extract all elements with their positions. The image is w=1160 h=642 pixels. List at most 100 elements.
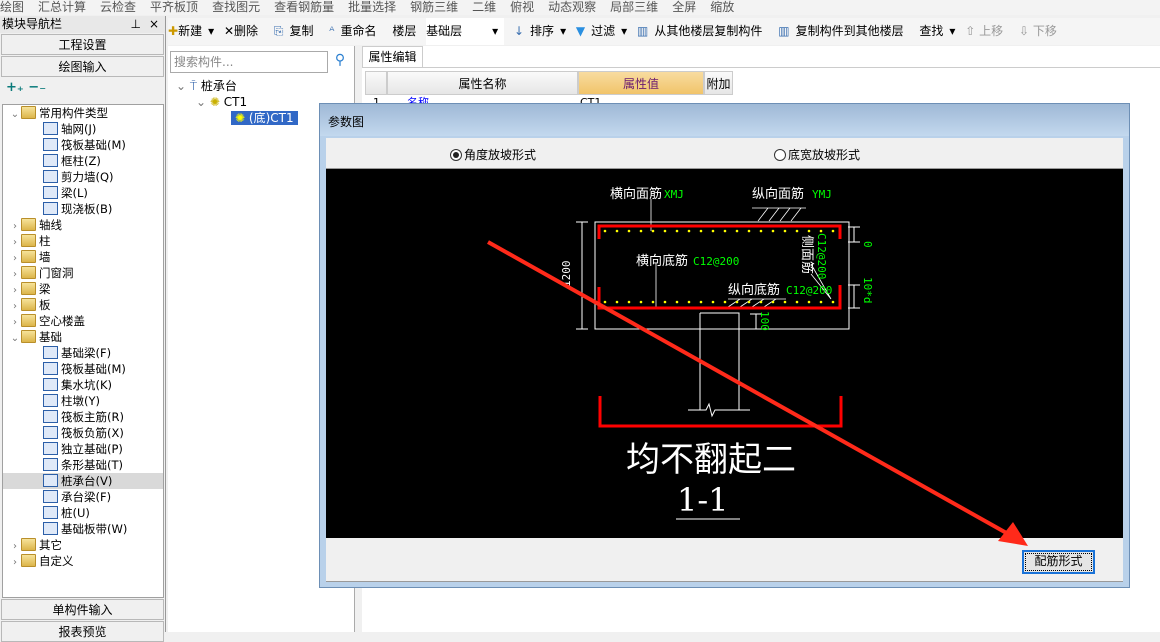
nav-tree-label: 独立基础(P): [61, 442, 123, 456]
nav-tree-item[interactable]: › 柱: [3, 233, 163, 249]
nav-tree-item[interactable]: ⌄ 常用构件类型: [3, 105, 163, 121]
close-icon[interactable]: ×: [149, 16, 159, 33]
toolbar-item[interactable]: 批量选择: [348, 1, 396, 13]
rebar-dot: [663, 300, 667, 304]
radio-angle-slope[interactable]: 角度放坡形式: [450, 146, 536, 163]
side-dims: [848, 226, 860, 309]
nav-tree-item[interactable]: 承台梁(F): [3, 489, 163, 505]
nav-tree-item[interactable]: 筏板负筋(X): [3, 425, 163, 441]
toolbar-item[interactable]: 云检查: [100, 1, 136, 13]
nav-tree-item[interactable]: › 梁: [3, 281, 163, 297]
expand-all-icon[interactable]: +₊: [6, 80, 24, 95]
nav-tree-item[interactable]: 现浇板(B): [3, 201, 163, 217]
pin-icon[interactable]: ⊥: [131, 16, 141, 33]
nav-tree-item[interactable]: 柱墩(Y): [3, 393, 163, 409]
nav-tree-item[interactable]: 基础板带(W): [3, 521, 163, 537]
toolbar-item[interactable]: 全屏: [672, 1, 696, 13]
single-input-button[interactable]: 单构件输入: [1, 599, 164, 620]
nav-tree-item[interactable]: 基础梁(F): [3, 345, 163, 361]
toolbar-item[interactable]: 局部三维: [610, 1, 658, 13]
nav-tree-item[interactable]: 框柱(Z): [3, 153, 163, 169]
toolbar-item[interactable]: 查找图元: [212, 1, 260, 13]
nav-tree-item[interactable]: › 墙: [3, 249, 163, 265]
nav-tree-item[interactable]: ⌄ 基础: [3, 329, 163, 345]
nav-tree-label: 剪力墙(Q): [61, 170, 114, 184]
search-input[interactable]: 搜索构件...: [170, 51, 328, 73]
new-button[interactable]: ✚新建 ▾: [168, 24, 214, 38]
collapse-all-icon[interactable]: −₋: [28, 80, 46, 95]
move-down-button[interactable]: ⇩ 下移: [1019, 24, 1063, 38]
nav-tree-item[interactable]: 筏板主筋(R): [3, 409, 163, 425]
nav-tree-item[interactable]: › 轴线: [3, 217, 163, 233]
rename-icon: ᴬ: [329, 24, 335, 38]
rebar-dot: [783, 300, 787, 304]
nav-tree-item[interactable]: › 空心楼盖: [3, 313, 163, 329]
sort-icon: ↓: [513, 24, 525, 38]
radio-unselected-icon: [774, 148, 786, 161]
nav-tree-item[interactable]: › 其它: [3, 537, 163, 553]
toolbar-item[interactable]: 汇总计算: [38, 1, 86, 13]
rebar-dot: [615, 229, 619, 233]
pile-cap-icon: ⍑: [189, 79, 198, 93]
nav-tree-item[interactable]: 筏板基础(M): [3, 137, 163, 153]
nav-tree-item[interactable]: 独立基础(P): [3, 441, 163, 457]
nav-tree-label: 基础: [39, 330, 62, 344]
rename-button[interactable]: ᴬ 重命名: [329, 24, 382, 38]
copy-button[interactable]: ⎘ 复制: [274, 24, 320, 38]
tree-root[interactable]: ⌄ ⍑ 桩承台: [176, 78, 298, 94]
nav-tree-item[interactable]: › 自定义: [3, 553, 163, 569]
drawing-input-button[interactable]: 绘图输入: [1, 56, 164, 77]
copy-from-floor-button[interactable]: ▥ 从其他楼层复制构件: [637, 24, 768, 38]
delete-button[interactable]: ✕删除: [224, 24, 264, 38]
toolbar-item[interactable]: 缩放: [710, 1, 734, 13]
floor-select[interactable]: 基础层 ▾: [426, 18, 505, 45]
tree-item-bottom-ct1[interactable]: ✺ (底)CT1: [231, 111, 298, 125]
tab-property-edit[interactable]: 属性编辑: [362, 46, 423, 67]
rebar-dot: [795, 229, 799, 233]
nav-tree-label: 框柱(Z): [61, 154, 101, 168]
chevron-right-icon[interactable]: ›: [9, 555, 21, 571]
parameter-drawing: 横向面筋 纵向面筋 横向底筋 纵向底筋 侧面筋 均不翻起二 1-1 1200 X…: [326, 169, 1123, 538]
rebar-dot: [747, 300, 751, 304]
toolbar-item[interactable]: 平齐板顶: [150, 1, 198, 13]
nav-tree-item[interactable]: 集水坑(K): [3, 377, 163, 393]
nav-tree-item[interactable]: › 门窗洞: [3, 265, 163, 281]
nav-tree-item[interactable]: 条形基础(T): [3, 457, 163, 473]
nav-title: 模块导航栏: [2, 17, 63, 31]
toolbar-item[interactable]: 二维: [472, 1, 496, 13]
filter-button[interactable]: ▼ 过滤 ▾: [576, 24, 627, 38]
label-side: 侧面筋: [799, 235, 815, 274]
rebar-dot: [759, 300, 763, 304]
nav-tree-item[interactable]: 桩承台(V): [3, 473, 163, 489]
section-label: 1-1: [677, 481, 729, 519]
toolbar-item[interactable]: 钢筋三维: [410, 1, 458, 13]
nav-tree-item[interactable]: 轴网(J): [3, 121, 163, 137]
folder-icon: [21, 330, 36, 343]
nav-tree-item[interactable]: 剪力墙(Q): [3, 169, 163, 185]
toolbar-item[interactable]: 查看钢筋量: [274, 1, 334, 13]
nav-tree-label: 梁(L): [61, 186, 88, 200]
copy-to-floor-button[interactable]: ▥ 复制构件到其他楼层: [778, 24, 909, 38]
label-bot-transverse: 横向底筋: [636, 253, 688, 269]
nav-tree-item[interactable]: 桩(U): [3, 505, 163, 521]
move-up-button[interactable]: ⇧ 上移: [965, 24, 1009, 38]
component-type-icon: [43, 122, 58, 135]
toolbar-item[interactable]: 俯视: [510, 1, 534, 13]
folder-icon: [21, 282, 36, 295]
nav-tree-label: 板: [39, 298, 51, 312]
rebar-form-button[interactable]: 配筋形式: [1022, 550, 1095, 574]
nav-tree-item[interactable]: 筏板基础(M): [3, 361, 163, 377]
radio-width-slope[interactable]: 底宽放坡形式: [774, 146, 860, 163]
nav-tree-item[interactable]: 梁(L): [3, 185, 163, 201]
tree-item-ct1[interactable]: ⌄ ✺ CT1: [176, 94, 298, 110]
search-icon[interactable]: ⚲: [330, 52, 350, 72]
project-settings-button[interactable]: 工程设置: [1, 34, 164, 55]
find-button[interactable]: 查找 ▾: [919, 24, 955, 38]
rebar-dot: [627, 229, 631, 233]
component-type-icon: [43, 442, 58, 455]
sort-button[interactable]: ↓ 排序 ▾: [514, 24, 566, 38]
toolbar-item[interactable]: 动态观察: [548, 1, 596, 13]
nav-tree-item[interactable]: › 板: [3, 297, 163, 313]
toolbar-item[interactable]: 绘图: [0, 1, 24, 13]
nav-tree-label: 基础梁(F): [61, 346, 112, 360]
